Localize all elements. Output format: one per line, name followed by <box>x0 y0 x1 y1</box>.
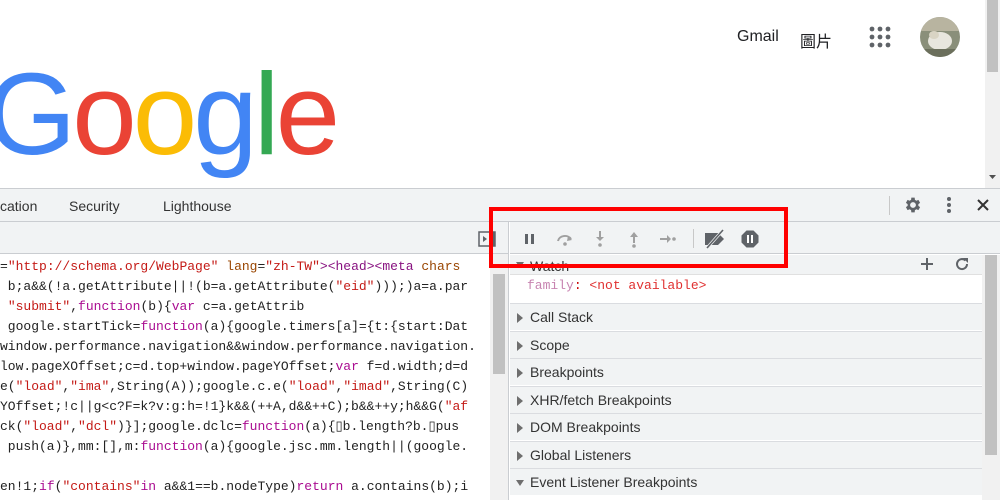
code-line: b;a&&(!a.getAttribute||!(b=a.getAttribut… <box>0 279 469 294</box>
section-call-stack[interactable]: Call Stack <box>510 303 982 330</box>
code-scrollbar[interactable] <box>490 254 508 500</box>
refresh-icon[interactable] <box>954 256 970 272</box>
section-label: Global Listeners <box>530 446 632 463</box>
logo-letter: o <box>132 49 197 179</box>
logo-letter: g <box>193 49 257 179</box>
highlight-annotation <box>489 207 788 268</box>
collapse-arrow-icon <box>517 423 523 433</box>
code-line: e("load","ima",String(A));google.c.e("lo… <box>0 379 469 394</box>
debugger-scroll-thumb[interactable] <box>985 255 997 455</box>
watch-expression-value: <not available> <box>589 278 707 293</box>
logo-letter: o <box>72 49 136 179</box>
collapse-arrow-icon <box>517 450 523 461</box>
close-icon[interactable] <box>975 197 991 213</box>
section-label: Event Listener Breakpoints <box>530 474 698 490</box>
google-homepage: Gmail 圖片 Google <box>0 0 985 188</box>
tab-security[interactable]: Security <box>69 198 120 214</box>
more-options-icon[interactable] <box>940 195 958 215</box>
source-toolbar <box>0 222 508 254</box>
code-line: en!1;if("contains"in a&&1==b.nodeType)re… <box>0 479 469 494</box>
tab-application[interactable]: cation <box>0 198 37 214</box>
avatar[interactable] <box>920 17 960 57</box>
section-label: Call Stack <box>530 309 594 325</box>
source-editor-pane: ="http://schema.org/WebPage" lang="zh-TW… <box>0 222 509 500</box>
collapse-arrow-icon <box>517 368 523 378</box>
gear-icon[interactable] <box>903 195 923 215</box>
section-label: XHR/fetch Breakpoints <box>530 391 672 408</box>
logo-letter: e <box>275 49 340 179</box>
code-line: YOffset;!c||g<c?F=k?v:g:h=!1}k&&(++A,d&&… <box>0 399 469 414</box>
section-xhr-fetch-breakpoints[interactable]: XHR/fetch Breakpoints <box>510 385 982 413</box>
section-event-listener-breakpoints[interactable]: Event Listener Breakpoints <box>510 468 982 495</box>
expand-arrow-icon <box>516 480 524 486</box>
section-global-listeners[interactable]: Global Listeners <box>510 440 982 468</box>
collapse-arrow-icon <box>517 313 523 323</box>
scroll-down-arrow-icon[interactable] <box>985 170 1000 184</box>
code-line: ck("load","dcl")}];google.dclc=function(… <box>0 419 460 434</box>
collapse-arrow-icon <box>517 340 523 351</box>
code-line: window.performance.navigation&&window.pe… <box>0 339 476 354</box>
gmail-link[interactable]: Gmail <box>737 28 779 46</box>
add-icon[interactable] <box>919 256 935 272</box>
logo-letter: G <box>0 49 76 179</box>
code-line: "submit",function(b){var c=a.getAttrib <box>7 299 305 314</box>
code-line: low.pageXOffset;c=d.top+window.pageYOffs… <box>0 359 469 374</box>
images-link[interactable]: 圖片 <box>800 28 832 52</box>
code-line: ="http://schema.org/WebPage" lang="zh-TW… <box>0 259 461 274</box>
apps-grid-icon[interactable] <box>869 26 891 48</box>
section-label: Breakpoints <box>530 364 604 380</box>
section-label: Scope <box>530 336 570 353</box>
tab-lighthouse[interactable]: Lighthouse <box>163 198 232 214</box>
section-label: DOM Breakpoints <box>530 419 641 435</box>
code-scroll-thumb[interactable] <box>493 274 505 374</box>
page-scrollbar[interactable] <box>985 0 1000 188</box>
code-line: google.startTick=function(a){google.time… <box>0 319 469 334</box>
page-scroll-thumb[interactable] <box>987 0 998 72</box>
google-logo: Google <box>0 49 340 179</box>
code-line: push(a)},mm:[],m:function(a){google.jsc.… <box>0 439 469 454</box>
debugger-scrollbar[interactable] <box>982 255 1000 500</box>
collapse-arrow-icon <box>517 395 523 406</box>
code-editor[interactable]: ="http://schema.org/WebPage" lang="zh-TW… <box>0 254 490 500</box>
watch-expression[interactable]: family: <not available> <box>527 278 706 293</box>
logo-letter: l <box>253 49 280 179</box>
section-dom-breakpoints[interactable]: DOM Breakpoints <box>510 413 982 440</box>
watch-expression-name: family <box>527 278 574 293</box>
toolbar-divider <box>889 196 890 215</box>
section-breakpoints[interactable]: Breakpoints <box>510 358 982 385</box>
section-scope[interactable]: Scope <box>510 330 982 358</box>
